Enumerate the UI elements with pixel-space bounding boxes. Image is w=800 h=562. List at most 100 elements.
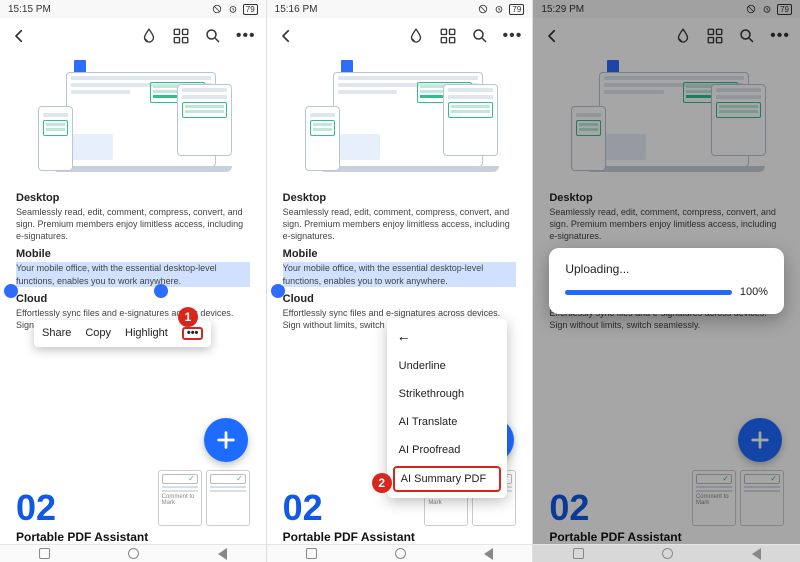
status-bar: 15:16 PM 79 [267,0,533,18]
footer-title: Portable PDF Assistant [283,530,517,544]
document-view[interactable]: Desktop Seamlessly read, edit, comment, … [267,54,533,331]
overflow-icon[interactable]: ••• [236,27,256,45]
nav-back[interactable] [484,548,493,560]
plus-icon [215,429,237,451]
ctx-more-button[interactable]: ••• [182,327,204,340]
app-bar: ••• [533,18,800,54]
nav-recents[interactable] [39,548,50,559]
status-indicators: 79 [745,4,792,15]
callout-badge-1: 1 [178,307,198,327]
screen-1: 15:15 PM 79 ••• [0,0,267,562]
plus-icon [749,429,771,451]
status-bar: 15:15 PM 79 [0,0,266,18]
ctx-highlight[interactable]: Highlight [125,327,168,339]
alarm-icon [493,4,505,14]
ink-icon[interactable] [407,27,425,45]
dnd-icon [745,4,757,14]
page-thumb[interactable]: Comment to Mark [158,470,202,526]
upload-percent: 100% [740,286,768,298]
back-icon[interactable] [543,27,561,45]
hero-illustration [283,62,517,182]
desktop-text: Seamlessly read, edit, comment, compress… [549,206,784,242]
back-icon[interactable] [277,27,295,45]
status-time: 15:15 PM [8,4,51,15]
upload-progressbar [565,290,732,295]
android-navbar [0,544,266,562]
page-thumb[interactable] [740,470,784,526]
grid-icon[interactable] [439,27,457,45]
desktop-heading: Desktop [283,192,517,204]
nav-back[interactable] [752,548,761,560]
page-footer: 02 Comment to Mark Portable PDF Assistan… [0,470,266,544]
upload-modal: Uploading... 100% [549,248,784,314]
mobile-text-selected[interactable]: Your mobile office, with the essential d… [283,262,517,286]
android-navbar [533,544,800,562]
footer-title: Portable PDF Assistant [16,530,250,544]
app-bar: ••• [267,18,533,54]
ctx-share[interactable]: Share [42,327,71,339]
dropdown-ai-translate[interactable]: AI Translate [387,408,507,436]
alarm-icon [761,4,773,14]
nav-home[interactable] [395,548,406,559]
search-icon[interactable] [471,27,489,45]
hero-illustration [549,62,784,182]
ctx-copy[interactable]: Copy [85,327,111,339]
more-dropdown: ← Underline Strikethrough AI Translate A… [387,318,507,498]
dropdown-underline[interactable]: Underline [387,352,507,380]
hero-illustration [16,62,250,182]
android-navbar [267,544,533,562]
ink-icon[interactable] [674,27,692,45]
dnd-icon [477,4,489,14]
page-thumb[interactable] [206,470,250,526]
page-footer: 02 Comment to Mark Portable PDF Assistan… [533,470,800,544]
overflow-icon[interactable]: ••• [770,27,790,45]
mobile-heading: Mobile [283,248,517,260]
nav-recents[interactable] [306,548,317,559]
mobile-heading: Mobile [16,248,250,260]
search-icon[interactable] [738,27,756,45]
page-number: 02 [549,490,589,526]
footer-title: Portable PDF Assistant [549,530,784,544]
battery-level: 79 [509,4,524,15]
fab-add-button[interactable] [204,418,248,462]
alarm-icon [227,4,239,14]
nav-recents[interactable] [573,548,584,559]
callout-badge-2: 2 [372,473,392,493]
cloud-heading: Cloud [16,293,250,305]
fab-add-button[interactable] [738,418,782,462]
dropdown-ai-summary[interactable]: AI Summary PDF [393,466,501,492]
status-bar: 15:29 PM 79 [533,0,800,18]
status-indicators: 79 [211,4,258,15]
battery-level: 79 [243,4,258,15]
desktop-text: Seamlessly read, edit, comment, compress… [283,206,517,242]
dropdown-back[interactable]: ← [387,324,507,352]
cloud-heading: Cloud [283,293,517,305]
status-time: 15:29 PM [541,4,584,15]
desktop-heading: Desktop [16,192,250,204]
grid-icon[interactable] [706,27,724,45]
nav-home[interactable] [662,548,673,559]
document-view[interactable]: Desktop Seamlessly read, edit, comment, … [0,54,266,331]
page-number: 02 [16,490,56,526]
battery-level: 79 [777,4,792,15]
status-indicators: 79 [477,4,524,15]
nav-back[interactable] [218,548,227,560]
mobile-text-selected[interactable]: Your mobile office, with the essential d… [16,262,250,286]
dropdown-ai-proofread[interactable]: AI Proofread [387,436,507,464]
screen-2: 15:16 PM 79 ••• [267,0,534,562]
overflow-icon[interactable]: ••• [503,27,523,45]
page-thumb[interactable]: Comment to Mark [692,470,736,526]
dnd-icon [211,4,223,14]
upload-label: Uploading... [565,262,768,276]
app-bar: ••• [0,18,266,54]
ink-icon[interactable] [140,27,158,45]
back-icon[interactable] [10,27,28,45]
grid-icon[interactable] [172,27,190,45]
nav-home[interactable] [128,548,139,559]
status-time: 15:16 PM [275,4,318,15]
desktop-text: Seamlessly read, edit, comment, compress… [16,206,250,242]
desktop-heading: Desktop [549,192,784,204]
dropdown-strikethrough[interactable]: Strikethrough [387,380,507,408]
screen-3: 15:29 PM 79 ••• [533,0,800,562]
search-icon[interactable] [204,27,222,45]
